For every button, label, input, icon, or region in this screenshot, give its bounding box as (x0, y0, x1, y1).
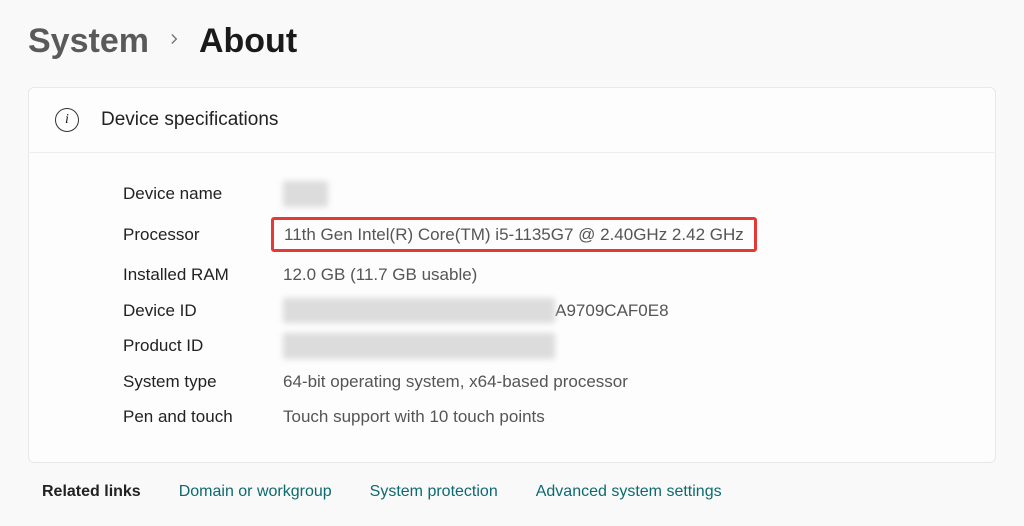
row-device-id: Device ID XXXXXXXXXXXXXXXXXXXXXXXXA9709C… (123, 298, 969, 324)
processor-highlight: 11th Gen Intel(R) Core(TM) i5-1135G7 @ 2… (271, 217, 757, 253)
value-processor: 11th Gen Intel(R) Core(TM) i5-1135G7 @ 2… (284, 225, 744, 244)
related-links: Related links Domain or workgroup System… (28, 463, 996, 501)
row-processor: Processor 11th Gen Intel(R) Core(TM) i5-… (123, 217, 969, 253)
related-links-title: Related links (42, 483, 141, 501)
chevron-right-icon (167, 32, 181, 51)
label-pen-touch: Pen and touch (123, 404, 283, 430)
value-installed-ram: 12.0 GB (11.7 GB usable) (283, 262, 477, 288)
value-device-id: XXXXXXXXXXXXXXXXXXXXXXXXA9709CAF0E8 (283, 298, 669, 324)
link-system-protection[interactable]: System protection (370, 483, 498, 501)
specs-table: Device name XXXX Processor 11th Gen Inte… (29, 153, 995, 462)
row-system-type: System type 64-bit operating system, x64… (123, 369, 969, 395)
row-product-id: Product ID XXXXXXXXXXXXXXXXXXXXXXXX (123, 333, 969, 359)
row-installed-ram: Installed RAM 12.0 GB (11.7 GB usable) (123, 262, 969, 288)
device-specs-card: i Device specifications Device name XXXX… (28, 87, 996, 463)
value-product-id: XXXXXXXXXXXXXXXXXXXXXXXX (283, 333, 555, 359)
value-system-type: 64-bit operating system, x64-based proce… (283, 369, 628, 395)
value-device-name: XXXX (283, 181, 328, 207)
breadcrumb-system[interactable]: System (28, 22, 149, 61)
row-pen-touch: Pen and touch Touch support with 10 touc… (123, 404, 969, 430)
label-installed-ram: Installed RAM (123, 262, 283, 288)
label-product-id: Product ID (123, 333, 283, 359)
link-advanced-system-settings[interactable]: Advanced system settings (536, 483, 722, 501)
breadcrumb-about: About (199, 22, 297, 61)
label-device-name: Device name (123, 181, 283, 207)
card-header[interactable]: i Device specifications (29, 88, 995, 153)
info-icon: i (55, 108, 79, 132)
card-title: Device specifications (101, 109, 278, 131)
label-system-type: System type (123, 369, 283, 395)
value-pen-touch: Touch support with 10 touch points (283, 404, 545, 430)
label-device-id: Device ID (123, 298, 283, 324)
link-domain-workgroup[interactable]: Domain or workgroup (179, 483, 332, 501)
breadcrumb: System About (28, 22, 996, 61)
row-device-name: Device name XXXX (123, 181, 969, 207)
label-processor: Processor (123, 222, 283, 248)
